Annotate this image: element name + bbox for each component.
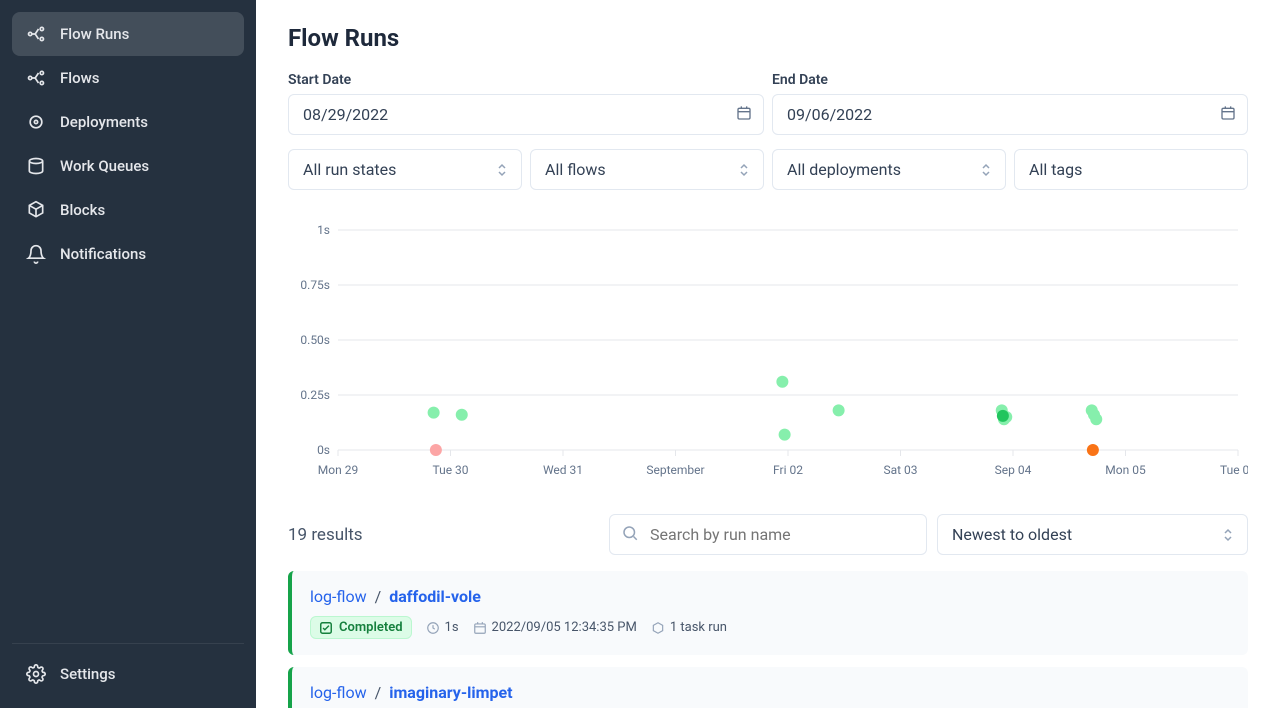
sidebar-item-label: Settings xyxy=(60,665,116,683)
sidebar-item-label: Flows xyxy=(60,69,99,87)
run-card[interactable]: log-flow / daffodil-vole Completed 1s 20… xyxy=(288,571,1248,655)
main-content: Flow Runs Start Date End Date xyxy=(256,0,1280,708)
svg-text:0.25s: 0.25s xyxy=(300,388,330,402)
sidebar-item-label: Work Queues xyxy=(60,157,149,175)
run-link[interactable]: daffodil-vole xyxy=(389,587,481,606)
sidebar-item-flow-runs[interactable]: Flow Runs xyxy=(12,12,244,56)
sidebar: Flow Runs Flows Deployments Work Queues … xyxy=(0,0,256,708)
svg-text:0s: 0s xyxy=(317,443,330,457)
task-icon xyxy=(651,621,665,635)
sidebar-item-deployments[interactable]: Deployments xyxy=(12,100,244,144)
calendar-icon xyxy=(473,621,487,635)
svg-text:Sep 04: Sep 04 xyxy=(995,463,1032,477)
svg-text:Tue 06: Tue 06 xyxy=(1220,463,1248,477)
run-meta: Completed 1s 2022/09/05 12:34:35 PM 1 ta… xyxy=(310,616,1230,639)
sidebar-item-blocks[interactable]: Blocks xyxy=(12,188,244,232)
search-input[interactable] xyxy=(609,514,927,555)
work-queues-icon xyxy=(26,156,46,176)
blocks-icon xyxy=(26,200,46,220)
chevron-updown-icon xyxy=(981,163,991,177)
run-link[interactable]: imaginary-limpet xyxy=(389,683,512,702)
clock-icon xyxy=(426,621,440,635)
end-date-label: End Date xyxy=(772,72,1248,88)
page-title: Flow Runs xyxy=(288,24,1248,52)
sidebar-item-label: Flow Runs xyxy=(60,25,129,43)
sidebar-item-label: Deployments xyxy=(60,113,148,131)
svg-text:Wed 31: Wed 31 xyxy=(543,463,583,477)
separator: / xyxy=(375,587,382,606)
sidebar-item-label: Notifications xyxy=(60,245,146,263)
svg-text:Mon 05: Mon 05 xyxy=(1105,463,1146,477)
timestamp: 2022/09/05 12:34:35 PM xyxy=(473,620,637,635)
run-title: log-flow / daffodil-vole xyxy=(310,587,1230,606)
svg-text:Fri 02: Fri 02 xyxy=(773,463,803,477)
start-date-input[interactable] xyxy=(288,94,764,135)
chevron-updown-icon xyxy=(739,163,749,177)
filter-deployments-select[interactable]: All deployments xyxy=(772,149,1006,190)
sort-select[interactable]: Newest to oldest xyxy=(937,514,1248,555)
chevron-updown-icon xyxy=(497,163,507,177)
sidebar-item-notifications[interactable]: Notifications xyxy=(12,232,244,276)
results-count: 19 results xyxy=(288,525,599,545)
svg-text:September: September xyxy=(646,463,704,477)
duration: 1s xyxy=(426,620,459,635)
filter-states-select[interactable]: All run states xyxy=(288,149,522,190)
sidebar-item-work-queues[interactable]: Work Queues xyxy=(12,144,244,188)
svg-text:1s: 1s xyxy=(317,223,330,237)
sidebar-item-flows[interactable]: Flows xyxy=(12,56,244,100)
filter-flows-select[interactable]: All flows xyxy=(530,149,764,190)
runs-scatter-chart: 0s 0.25s 0.50s 0.75s 1s Mon 29 Tue 30 Wed 31 Sep… xyxy=(288,220,1248,490)
svg-text:Mon 29: Mon 29 xyxy=(318,463,358,477)
flow-link[interactable]: log-flow xyxy=(310,587,367,606)
flows-icon xyxy=(26,68,46,88)
flow-link[interactable]: log-flow xyxy=(310,683,367,702)
run-card[interactable]: log-flow / imaginary-limpet Completed 1s… xyxy=(288,667,1248,708)
filter-bar: Start Date End Date All run xyxy=(288,72,1248,190)
chevron-updown-icon xyxy=(1223,528,1233,542)
gear-icon xyxy=(26,664,46,684)
start-date-label: Start Date xyxy=(288,72,764,88)
runs-list: log-flow / daffodil-vole Completed 1s 20… xyxy=(288,571,1248,708)
separator: / xyxy=(375,683,382,702)
search-icon xyxy=(621,524,639,546)
filter-tags-select[interactable]: All tags xyxy=(1014,149,1248,190)
task-count: 1 task run xyxy=(651,620,727,635)
deployments-icon xyxy=(26,112,46,132)
calendar-icon[interactable] xyxy=(736,105,752,125)
bell-icon xyxy=(26,244,46,264)
status-badge: Completed xyxy=(310,616,412,639)
svg-text:0.50s: 0.50s xyxy=(300,333,330,347)
svg-text:Tue 30: Tue 30 xyxy=(432,463,468,477)
run-title: log-flow / imaginary-limpet xyxy=(310,683,1230,702)
svg-text:Sat 03: Sat 03 xyxy=(883,463,917,477)
sidebar-item-settings[interactable]: Settings xyxy=(12,652,244,696)
flow-runs-icon xyxy=(26,24,46,44)
end-date-input[interactable] xyxy=(772,94,1248,135)
svg-text:0.75s: 0.75s xyxy=(300,278,330,292)
calendar-icon[interactable] xyxy=(1220,105,1236,125)
sidebar-item-label: Blocks xyxy=(60,201,105,219)
